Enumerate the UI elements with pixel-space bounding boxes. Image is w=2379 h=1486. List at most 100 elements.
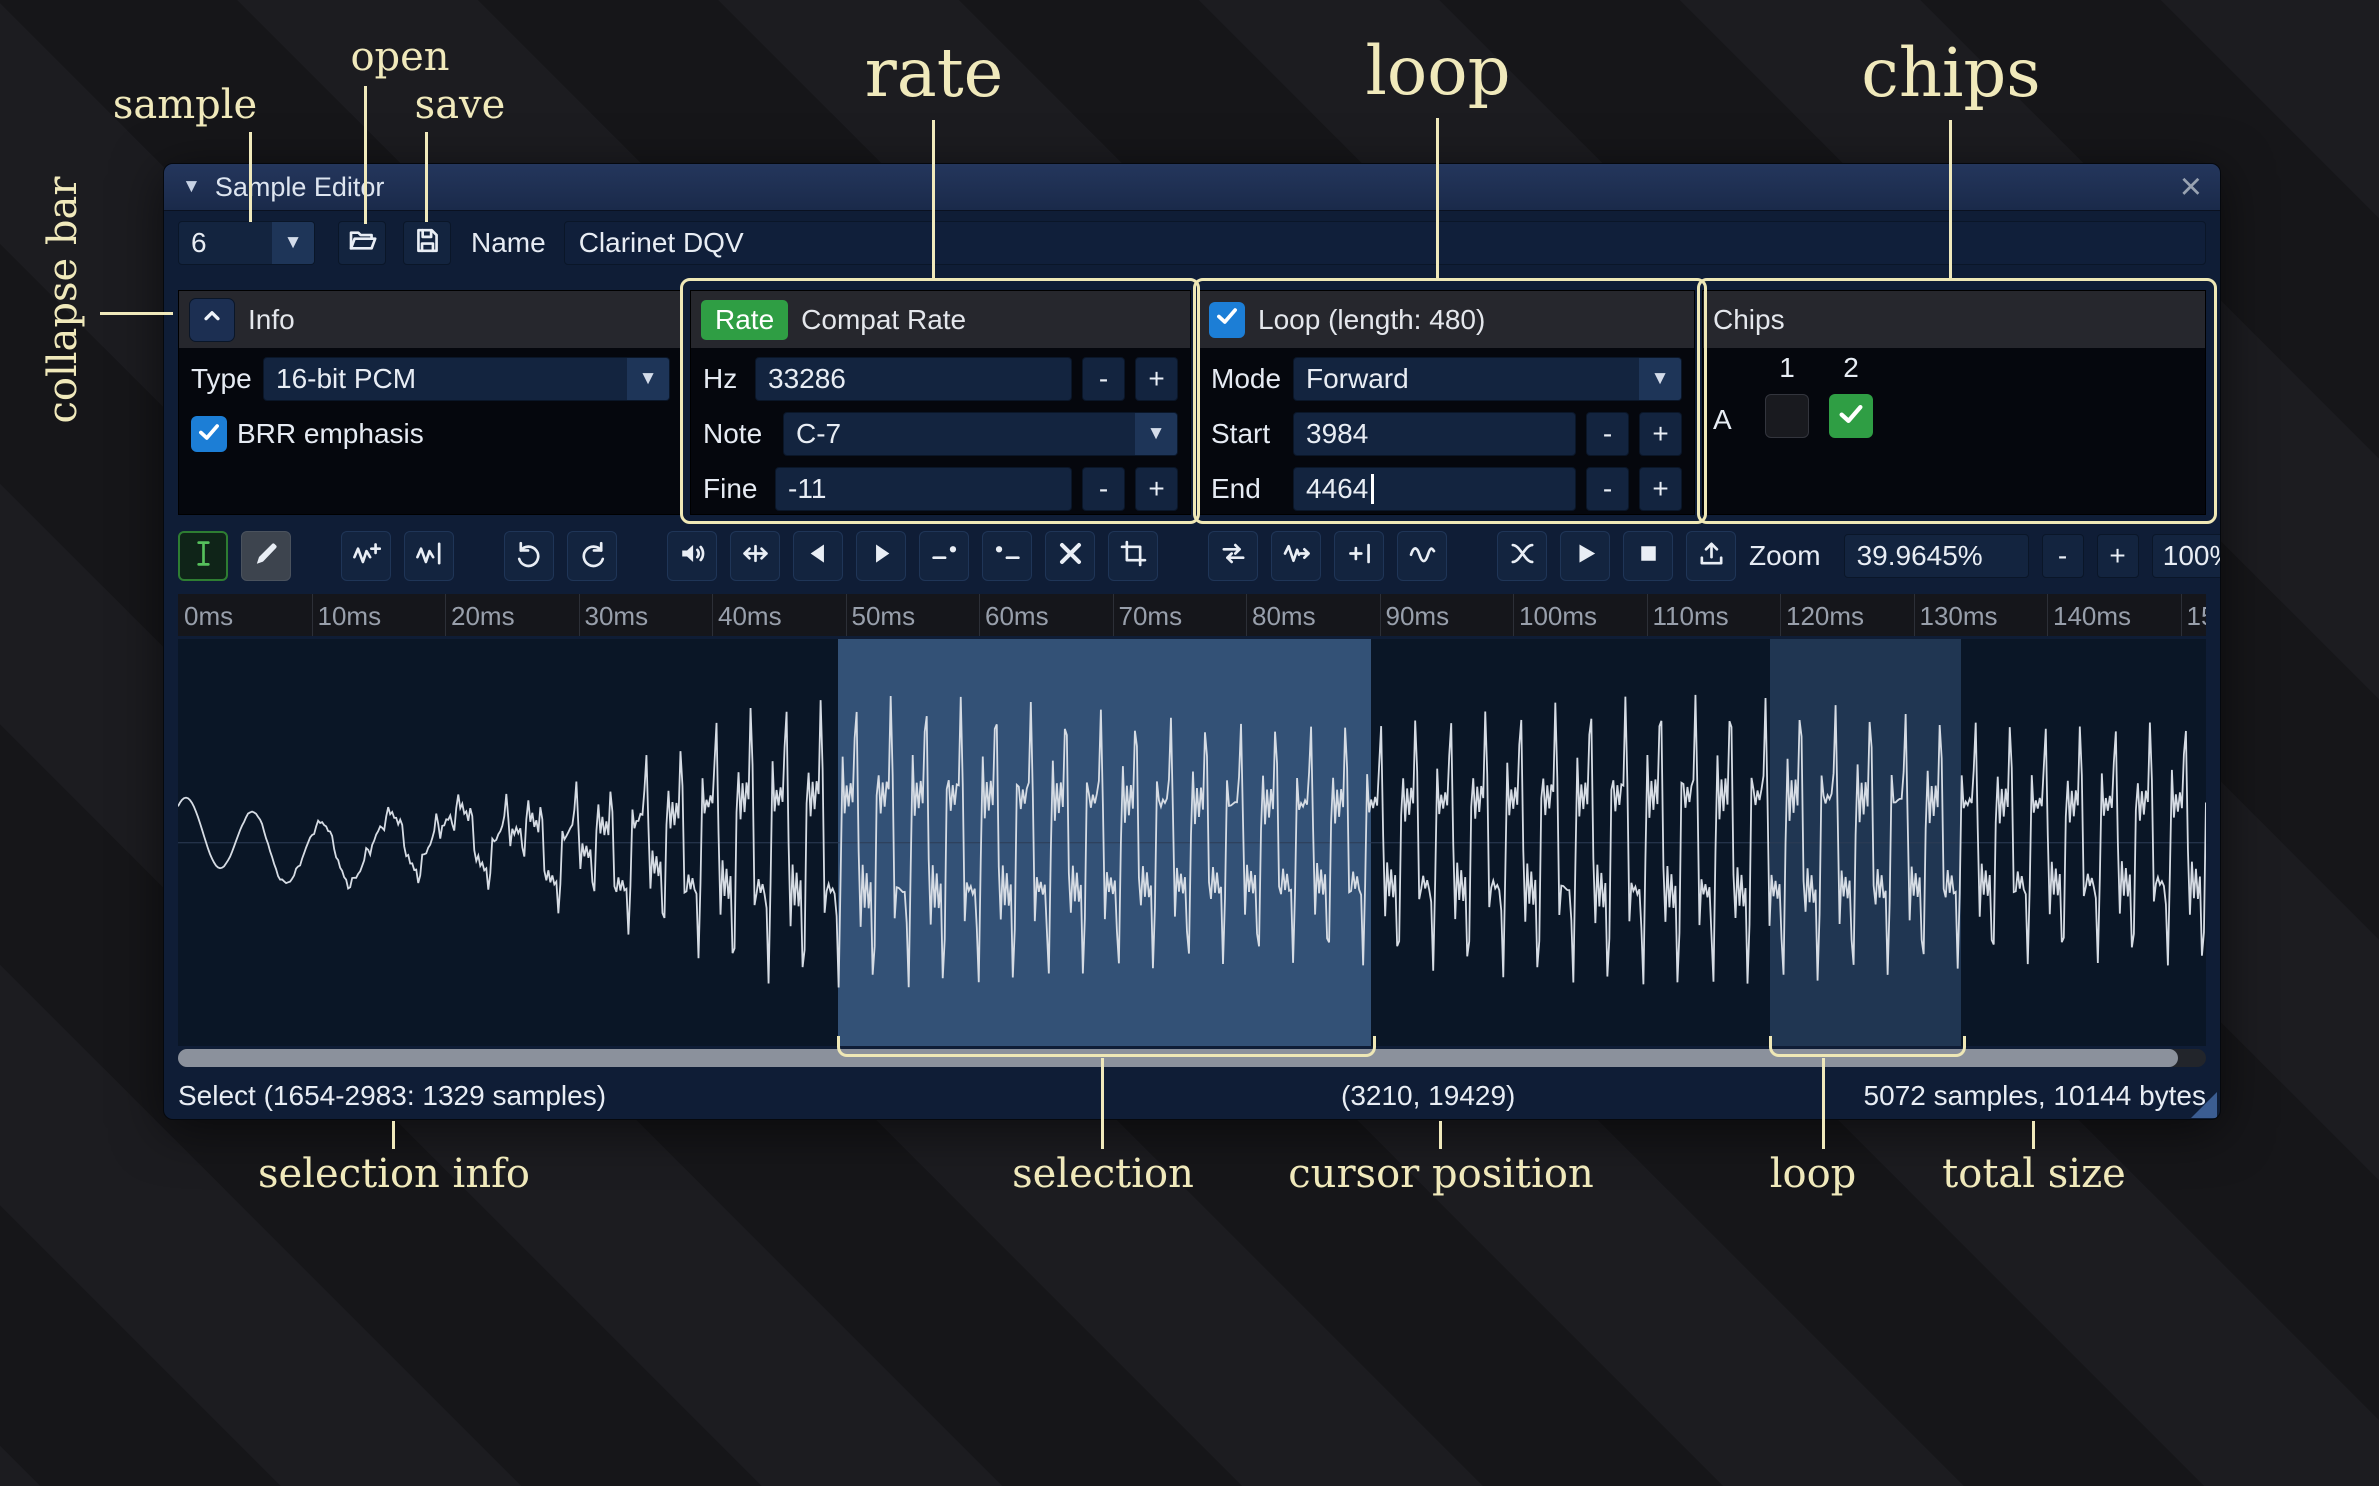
scrollbar-thumb[interactable] [178, 1049, 2178, 1067]
pencil-icon [252, 539, 281, 573]
loop-start-increment-button[interactable]: + [1639, 412, 1682, 456]
type-selector-value[interactable]: 16-bit PCM [264, 358, 627, 400]
open-sample-button[interactable] [338, 221, 386, 265]
fade-in-button[interactable] [793, 531, 843, 581]
ruler-tick-label: 80ms [1252, 601, 1316, 632]
amplify-button[interactable] [667, 531, 717, 581]
resize-grip[interactable] [2191, 1092, 2217, 1118]
loop-end-decrement-button[interactable]: - [1586, 467, 1629, 511]
loop-start-decrement-button[interactable]: - [1586, 412, 1629, 456]
loop-mode-selector[interactable]: Forward ▼ [1293, 357, 1682, 401]
invert-button[interactable] [1271, 531, 1321, 581]
apply-silence-button[interactable] [982, 531, 1032, 581]
loop-end-input[interactable]: 4464 [1293, 467, 1576, 511]
chip-2-checkbox[interactable] [1829, 394, 1873, 438]
close-button[interactable]: × [2180, 168, 2202, 206]
insert-button[interactable] [1334, 531, 1384, 581]
chevron-down-icon[interactable]: ▼ [627, 358, 669, 400]
ruler[interactable]: 0ms10ms20ms30ms40ms50ms60ms70ms80ms90ms1… [178, 594, 2206, 636]
waveform-plot [178, 639, 2206, 1046]
stop-preview-button[interactable] [1623, 531, 1673, 581]
check-icon [196, 419, 222, 450]
preview-button[interactable] [1560, 531, 1610, 581]
normalize-button[interactable] [730, 531, 780, 581]
redo-button[interactable] [567, 531, 617, 581]
arrows-horizontal-icon [741, 539, 770, 573]
loop-enable-checkbox[interactable] [1209, 302, 1245, 338]
select-tool-button[interactable] [178, 531, 228, 581]
crossfade-button[interactable] [1497, 531, 1547, 581]
ruler-tick-line [1113, 594, 1114, 636]
draw-tool-button[interactable] [241, 531, 291, 581]
brr-emphasis-checkbox[interactable] [191, 416, 227, 452]
chevron-down-icon[interactable]: ▼ [272, 222, 314, 264]
zoom-in-button[interactable]: + [2097, 534, 2139, 578]
redo-icon [578, 539, 607, 573]
crossfade-icon [1508, 539, 1537, 573]
ruler-tick-line [1246, 594, 1247, 636]
annotation-line-save [425, 132, 428, 222]
ruler-tick-label: 40ms [718, 601, 782, 632]
ruler-tick-label: 90ms [1386, 601, 1450, 632]
type-selector[interactable]: 16-bit PCM ▼ [263, 357, 670, 401]
annotation-line-selection [1101, 1058, 1104, 1149]
delete-button[interactable] [1045, 531, 1095, 581]
dot-dash-icon [993, 539, 1022, 573]
resample-button[interactable] [404, 531, 454, 581]
fade-out-button[interactable] [856, 531, 906, 581]
hz-decrement-button[interactable]: - [1082, 357, 1125, 401]
note-label: Note [703, 418, 773, 450]
loop-start-input[interactable]: 3984 [1293, 412, 1576, 456]
trim-button[interactable] [1108, 531, 1158, 581]
sample-selector[interactable]: 6 ▼ [178, 221, 315, 265]
sample-selector-value[interactable]: 6 [179, 222, 272, 264]
ruler-tick-line [1380, 594, 1381, 636]
titlebar[interactable]: ▼ Sample Editor × [164, 164, 2220, 211]
note-selector-value[interactable]: C-7 [784, 413, 1135, 455]
window-collapse-icon[interactable]: ▼ [182, 176, 201, 198]
name-input[interactable]: Clarinet DQV [564, 221, 2206, 265]
zoom-reset-button[interactable]: 100% [2152, 534, 2221, 578]
ruler-tick-label: 60ms [985, 601, 1049, 632]
hz-input[interactable]: 33286 [755, 357, 1072, 401]
waveform-view[interactable] [178, 639, 2206, 1046]
check-icon [1214, 303, 1240, 336]
loop-start-label: Start [1211, 418, 1283, 450]
hz-label: Hz [703, 363, 745, 395]
annotation-sample: sample [113, 84, 257, 126]
loop-start-value: 3984 [1306, 418, 1368, 450]
ruler-tick-line [1513, 594, 1514, 636]
ruler-tick-line [2181, 594, 2182, 636]
ruler-tick-label: 0ms [184, 601, 233, 632]
total-size-text: 5072 samples, 10144 bytes [1864, 1080, 2206, 1112]
fine-increment-button[interactable]: + [1135, 467, 1178, 511]
chevron-down-icon[interactable]: ▼ [1639, 358, 1681, 400]
annotation-line-total-size [2032, 1121, 2035, 1149]
annotation-line-selection-info [392, 1121, 395, 1149]
fine-input[interactable]: -11 [775, 467, 1072, 511]
save-sample-button[interactable] [403, 221, 451, 265]
chevron-down-icon[interactable]: ▼ [1135, 413, 1177, 455]
undo-button[interactable] [504, 531, 554, 581]
fine-decrement-button[interactable]: - [1082, 467, 1125, 511]
zoom-out-button[interactable]: - [2042, 534, 2084, 578]
collapse-info-button[interactable] [189, 298, 235, 342]
annotation-line-rate [932, 120, 935, 278]
annotation-line-loop [1436, 118, 1439, 278]
annotation-chips: chips [1861, 38, 2040, 108]
reverse-button[interactable] [1208, 531, 1258, 581]
annotation-selection-info: selection info [258, 1153, 530, 1195]
resize-button[interactable] [341, 531, 391, 581]
info-panel: Info Type 16-bit PCM ▼ BRR emp [178, 290, 683, 515]
zoom-input[interactable]: 39.9645% [1844, 534, 2029, 578]
loop-end-increment-button[interactable]: + [1639, 467, 1682, 511]
rate-badge[interactable]: Rate [701, 300, 788, 340]
loop-mode-value[interactable]: Forward [1294, 358, 1639, 400]
upload-button[interactable] [1686, 531, 1736, 581]
horizontal-scrollbar[interactable] [178, 1049, 2206, 1067]
insert-silence-button[interactable] [919, 531, 969, 581]
note-selector[interactable]: C-7 ▼ [783, 412, 1178, 456]
chip-1-checkbox[interactable] [1765, 394, 1809, 438]
filter-button[interactable] [1397, 531, 1447, 581]
hz-increment-button[interactable]: + [1135, 357, 1178, 401]
